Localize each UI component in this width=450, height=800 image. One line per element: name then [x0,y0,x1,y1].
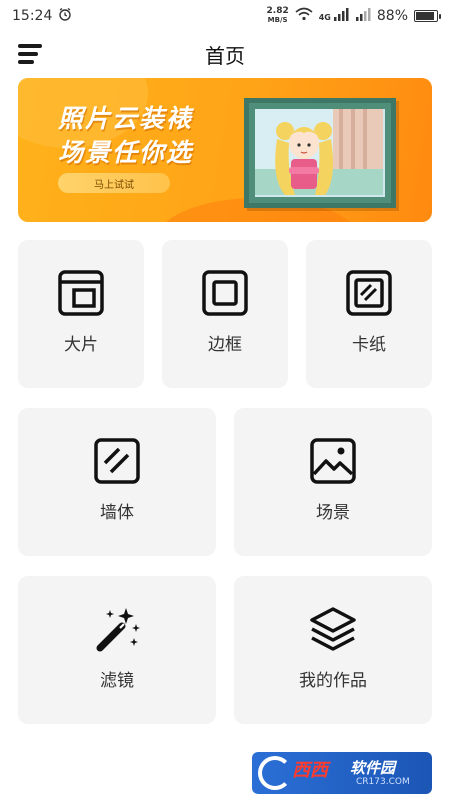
tool-label: 大片 [64,335,98,355]
app-header: 首页 [0,36,450,72]
scene-image-icon [308,436,358,486]
net-speed-unit: MB/S [267,16,288,24]
tool-label: 我的作品 [299,671,367,691]
status-time: 15:24 [12,8,53,24]
battery-fill [416,12,434,20]
tool-card-scene[interactable]: 场景 [234,408,432,556]
tool-label: 滤镜 [100,671,134,691]
network-type: 4G [318,13,331,22]
wall-icon [92,436,142,486]
tool-label: 边框 [208,335,242,355]
banner-headline: 照片云装裱 场景任你选 [58,102,193,170]
cardboard-icon [344,268,394,318]
signal-icon [333,7,349,25]
status-left: 15:24 [12,7,72,25]
tool-card-border[interactable]: 边框 [162,240,288,388]
status-bar: 15:24 2.82 MB/S 4G 88% [0,0,450,32]
magic-wand-icon [92,604,142,654]
layers-icon [308,604,358,654]
watermark-domain: CR173.COM [356,777,410,787]
tool-card-filter[interactable]: 滤镜 [18,576,216,724]
wifi-icon [295,7,313,25]
status-right: 2.82 MB/S 4G 88% [267,7,441,25]
tool-label: 卡纸 [352,335,386,355]
page-title: 首页 [205,43,245,68]
battery-percent: 88% [376,8,408,24]
menu-icon[interactable] [18,44,44,64]
watermark-logo: 西西 软件园 CR173.COM [252,752,432,794]
alarm-icon [58,7,72,25]
cartoon-illustration [255,109,385,197]
tool-card-cardboard[interactable]: 卡纸 [306,240,432,388]
banner-line-2: 场景任你选 [58,138,194,167]
watermark-main: 西西 [292,760,328,781]
network-speed: 2.82 MB/S [267,7,289,25]
try-now-button[interactable]: 马上试试 [58,173,170,193]
square-border-icon [200,268,250,318]
banner-line-1: 照片云装裱 [58,104,194,133]
watermark-sub: 软件园 [350,759,396,777]
net-speed-value: 2.82 [266,6,289,16]
tool-card-my-works[interactable]: 我的作品 [234,576,432,724]
signal-icon-2 [355,7,371,25]
framed-picture [244,98,396,208]
battery-icon [414,10,441,22]
tool-label: 场景 [316,503,350,523]
tool-card-photo[interactable]: 大片 [18,240,144,388]
photo-frame-icon [56,268,106,318]
tool-card-wall[interactable]: 墙体 [18,408,216,556]
watermark-c-icon [258,756,292,790]
tool-label: 墙体 [100,503,134,523]
promo-banner[interactable]: 照片云装裱 场景任你选 马上试试 [18,78,432,222]
